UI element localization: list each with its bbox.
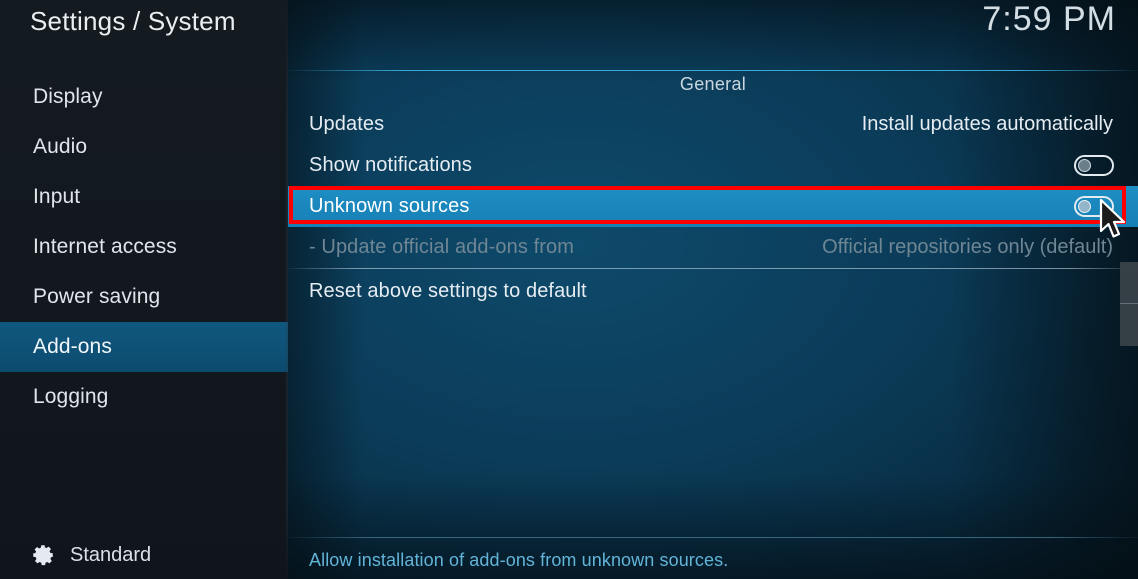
kodi-settings-screen: Settings / System Display Audio Input In…	[0, 0, 1138, 579]
setting-value: Install updates automatically	[861, 113, 1113, 135]
toggle-knob	[1078, 159, 1091, 172]
settings-level-selector[interactable]: Standard	[30, 542, 151, 568]
setting-value: Official repositories only (default)	[822, 236, 1113, 258]
settings-scrollbar-thumb[interactable]	[1120, 262, 1138, 346]
setting-label: - Update official add-ons from	[309, 236, 574, 258]
settings-level-label: Standard	[70, 543, 152, 566]
setting-row-update-official-addons-from: - Update official add-ons from Official …	[288, 227, 1138, 268]
sidebar-item-display[interactable]: Display	[0, 72, 288, 122]
sidebar-item-internet-access[interactable]: Internet access	[0, 222, 288, 272]
sidebar-item-label: Logging	[33, 385, 109, 408]
settings-scrollbar-track[interactable]	[1120, 262, 1138, 346]
settings-group-header: General	[679, 74, 747, 94]
sidebar-item-label: Display	[33, 85, 103, 108]
sidebar-item-label: Input	[33, 185, 81, 208]
sidebar-item-audio[interactable]: Audio	[0, 122, 288, 172]
setting-row-show-notifications[interactable]: Show notifications	[288, 145, 1138, 186]
setting-label: Updates	[309, 113, 385, 135]
footer-divider	[288, 537, 1138, 538]
gear-icon	[30, 542, 56, 568]
sidebar: Settings / System Display Audio Input In…	[0, 0, 288, 579]
sidebar-item-label: Audio	[33, 135, 88, 158]
toggle-knob	[1078, 200, 1091, 213]
setting-help-text: Allow installation of add-ons from unkno…	[309, 550, 729, 570]
clock: 7:59 PM	[982, 0, 1116, 38]
setting-label: Show notifications	[309, 154, 473, 176]
setting-row-unknown-sources[interactable]: Unknown sources	[288, 186, 1138, 227]
settings-list: Updates Install updates automatically Sh…	[288, 104, 1138, 312]
sidebar-item-label: Power saving	[33, 285, 161, 308]
sidebar-item-input[interactable]: Input	[0, 172, 288, 222]
setting-row-reset-to-default[interactable]: Reset above settings to default	[288, 271, 1138, 312]
sidebar-item-label: Internet access	[33, 235, 177, 258]
setting-label: Unknown sources	[309, 195, 470, 217]
unknown-sources-toggle[interactable]	[1074, 196, 1114, 217]
show-notifications-toggle[interactable]	[1074, 155, 1114, 176]
setting-label: Reset above settings to default	[309, 280, 587, 302]
settings-section-divider	[288, 268, 1138, 269]
sidebar-item-label: Add-ons	[33, 335, 112, 358]
sidebar-item-power-saving[interactable]: Power saving	[0, 272, 288, 322]
settings-content-panel: General Updates Install updates automati…	[288, 0, 1138, 579]
sidebar-nav: Display Audio Input Internet access Powe…	[0, 72, 288, 422]
setting-row-updates[interactable]: Updates Install updates automatically	[288, 104, 1138, 145]
sidebar-item-add-ons[interactable]: Add-ons	[0, 322, 288, 372]
sidebar-item-logging[interactable]: Logging	[0, 372, 288, 422]
content-top-divider	[288, 70, 1138, 71]
page-title: Settings / System	[30, 6, 236, 36]
